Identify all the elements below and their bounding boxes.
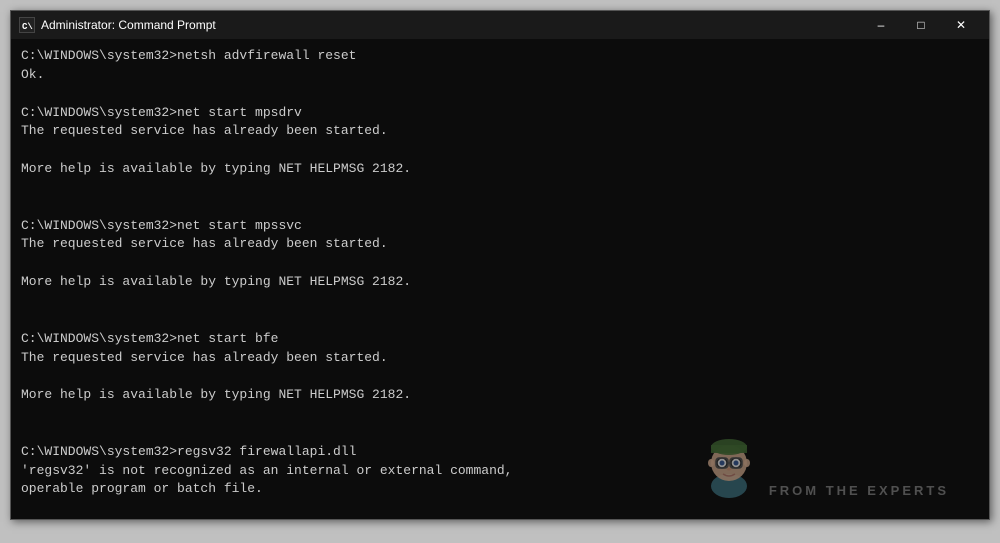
window-icon: C\ [19, 17, 35, 33]
watermark: FROM THE EXPERTS [699, 431, 949, 501]
minimize-button[interactable]: – [861, 15, 901, 35]
window-title: Administrator: Command Prompt [41, 18, 861, 32]
close-button[interactable]: ✕ [941, 15, 981, 35]
title-bar: C\ Administrator: Command Prompt – □ ✕ [11, 11, 989, 39]
svg-text:C\: C\ [22, 22, 33, 32]
window-controls[interactable]: – □ ✕ [861, 15, 981, 35]
maximize-button[interactable]: □ [901, 15, 941, 35]
command-prompt-window[interactable]: C\ Administrator: Command Prompt – □ ✕ C… [10, 10, 990, 520]
watermark-text: FROM THE EXPERTS [769, 482, 949, 501]
mascot-icon [699, 431, 759, 501]
console-output: C:\WINDOWS\system32>netsh advfirewall re… [11, 39, 989, 519]
